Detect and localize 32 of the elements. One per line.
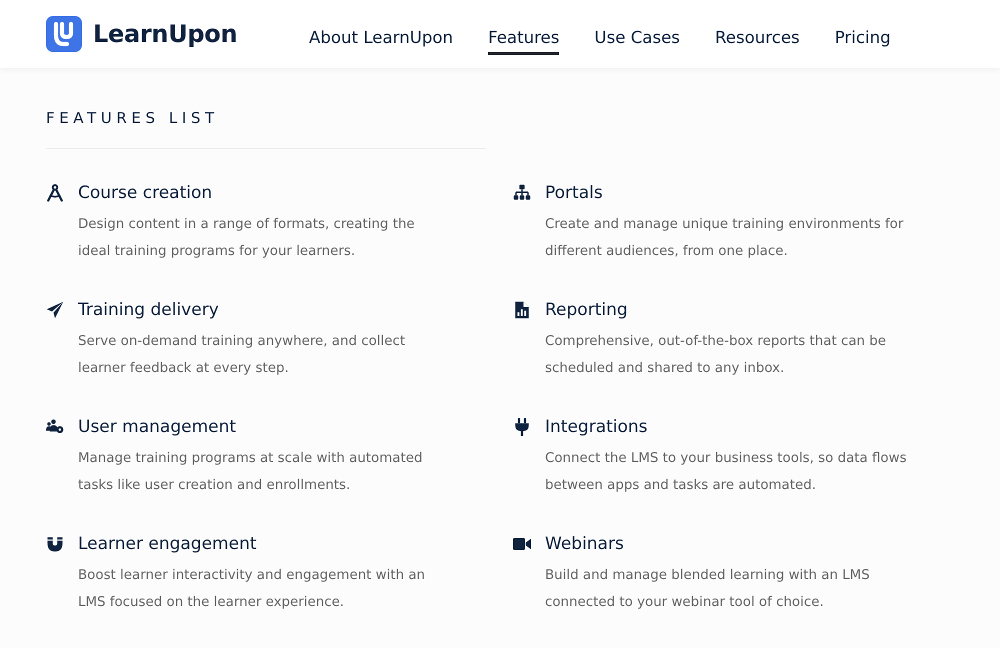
feature-description: Connect the LMS to your business tools, so data flows between apps and tasks are automated. bbox=[545, 450, 907, 495]
magnet-icon bbox=[46, 535, 64, 553]
feature-description: Build and manage blended learning with an LMS connected to your webinar tool of choice. bbox=[545, 567, 870, 612]
nav-link[interactable]: Pricing bbox=[834, 22, 891, 54]
compass-icon bbox=[46, 184, 64, 202]
brand-name[interactable]: LearnUpon bbox=[93, 20, 238, 48]
nav-link[interactable]: About LearnUpon bbox=[309, 22, 454, 54]
logo-icon[interactable] bbox=[46, 16, 82, 52]
nav-link[interactable]: Resources bbox=[714, 22, 800, 54]
video-camera-icon bbox=[513, 535, 531, 553]
feature-link[interactable]: User management bbox=[78, 414, 236, 440]
nav-link[interactable]: Use Cases bbox=[594, 22, 680, 54]
users-gear-icon bbox=[46, 418, 64, 436]
nav-link[interactable]: Features bbox=[488, 22, 560, 54]
sitemap-icon bbox=[513, 184, 531, 202]
feature-link[interactable]: Integrations bbox=[545, 414, 648, 440]
feature-link[interactable]: Training delivery bbox=[78, 297, 219, 323]
feature-link[interactable]: Webinars bbox=[545, 531, 624, 557]
plug-icon bbox=[513, 418, 531, 436]
feature-description: Boost learner interactivity and engagement with an LMS focused on the learner experience. bbox=[78, 567, 426, 612]
paper-plane-icon bbox=[46, 301, 64, 319]
feature-description: Serve on-demand training anywhere, and collect learner feedback at every step. bbox=[78, 333, 406, 378]
feature-link[interactable]: Reporting bbox=[545, 297, 628, 323]
chart-document-icon bbox=[513, 301, 531, 319]
feature-link[interactable]: Portals bbox=[545, 180, 603, 206]
section-heading: FEATURES LIST bbox=[46, 108, 219, 128]
feature-link[interactable]: Course creation bbox=[78, 180, 212, 206]
feature-description: Comprehensive, out-of-the-box reports that can be scheduled and shared to any inbox. bbox=[545, 333, 886, 378]
feature-description: Manage training programs at scale with automated tasks like user creation and enrollments. bbox=[78, 450, 422, 495]
feature-description: Create and manage unique training environments for different audiences, from one place. bbox=[545, 216, 904, 261]
feature-description: Design content in a range of formats, creating the ideal training programs for your learners. bbox=[78, 216, 415, 261]
feature-link[interactable]: Learner engagement bbox=[78, 531, 257, 557]
